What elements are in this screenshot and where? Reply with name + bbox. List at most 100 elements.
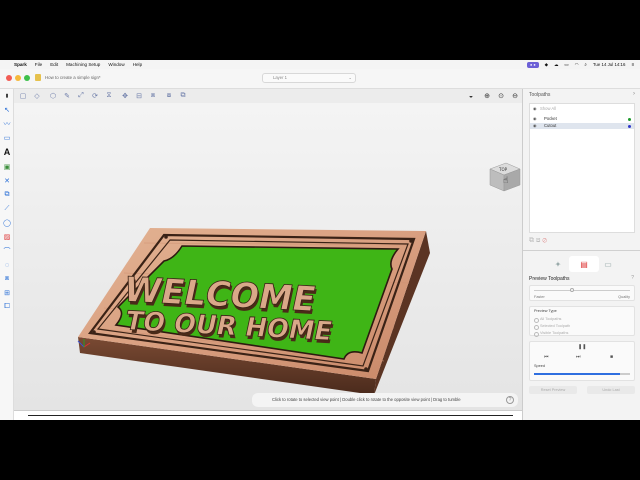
3d-viewport[interactable]: WELCOME TO OUR HOME WELCOME TO OUR HOME … — [14, 103, 522, 410]
corner-dot — [409, 239, 413, 243]
align-icon[interactable]: ⊟ — [134, 91, 144, 101]
quality-slider-thumb[interactable] — [570, 288, 574, 292]
menu-app-spark[interactable]: Spark — [14, 62, 27, 67]
eye-icon[interactable]: ◉ — [533, 116, 537, 122]
speed-slider-fill[interactable] — [534, 373, 620, 375]
view-top-icon[interactable]: ▢ — [18, 91, 28, 101]
wifi-icon[interactable]: ◠ — [575, 62, 579, 68]
weld-tool-icon[interactable]: ⧈ — [2, 274, 12, 284]
quality-label: Quality — [618, 295, 630, 299]
menu-machining-setup[interactable]: Machining Setup — [66, 62, 100, 67]
viewport-hint: Click to rotate to selected view point |… — [252, 393, 518, 407]
zoom-in-icon[interactable]: ⊕ — [482, 91, 492, 101]
circle-tool-icon[interactable]: ◌ — [2, 260, 12, 270]
mirror-icon[interactable]: ⧖ — [104, 91, 114, 101]
divider — [523, 250, 640, 251]
sign-3d-model: WELCOME TO OUR HOME WELCOME TO OUR HOME … — [77, 162, 521, 395]
pen-icon[interactable]: ✎ — [62, 91, 72, 101]
chevron-down-icon: ⌄ — [348, 75, 352, 80]
panel-toggle-icon[interactable]: ▮ — [2, 91, 12, 101]
measure-tool-icon[interactable]: ⊞ — [2, 288, 12, 298]
step-back-icon[interactable]: ⏮ — [544, 354, 549, 360]
ellipse-tool-icon[interactable]: ◯ — [2, 218, 12, 228]
image-tool-icon[interactable]: ▣ — [2, 162, 12, 172]
radio-all-toolpaths[interactable]: All Toolpaths — [534, 317, 634, 323]
step-forward-icon[interactable]: ⏭ — [576, 354, 581, 360]
preview-help-icon[interactable]: ? — [631, 275, 634, 281]
battery-icon[interactable]: ▭ — [564, 62, 568, 68]
speed-slider-track[interactable] — [620, 373, 630, 375]
quality-slider-track[interactable] — [534, 290, 630, 291]
left-toolbar: ▮ ↖ 〰 ▭ A ▣ ✕ ⧉ ⟋ ◯ ▨ ⌒ ◌ ⧈ ⊞ ⧠ — [0, 89, 14, 420]
panel-collapse-icon[interactable]: › — [633, 91, 635, 97]
menu-bar: Spark File Edit Machining Setup Window H… — [0, 60, 640, 69]
layer-dropdown[interactable]: Layer 1 ⌄ — [262, 73, 356, 83]
text-tool-icon[interactable]: A — [2, 147, 12, 157]
pause-icon[interactable]: ❚❚ — [578, 344, 586, 350]
right-panel: Toolpaths › ◉ Show All ◉ Pocket ◉ Cutout… — [522, 89, 640, 420]
radio-visible-toolpaths[interactable]: Visible Toolpaths — [534, 331, 634, 337]
move-icon[interactable]: ✥ — [120, 91, 130, 101]
menu-window[interactable]: Window — [108, 62, 124, 67]
close-window-button[interactable] — [6, 75, 12, 81]
playback-section: ❚❚ ⏮ ⏭ ■ Speed — [529, 341, 635, 381]
preview-type-section: Preview Type All Toolpaths Selected Tool… — [529, 306, 635, 337]
group-icon[interactable]: ⧈ — [148, 91, 158, 101]
menu-edit[interactable]: Edit — [50, 62, 58, 67]
toolpath-name: Pocket — [544, 116, 557, 121]
trim-tool-icon[interactable]: ▨ — [2, 232, 12, 242]
scale-icon[interactable]: ⤢ — [76, 91, 86, 101]
rotate-icon[interactable]: ⟳ — [90, 91, 100, 101]
freehand-tool-icon[interactable]: 〰 — [2, 119, 12, 129]
zoom-out-icon[interactable]: ⊖ — [510, 91, 520, 101]
preview-title: Preview Toolpaths — [529, 276, 570, 282]
toolpath-add-icon[interactable]: ⧉ — [529, 237, 534, 244]
status-pill-icon[interactable]: ● ● — [526, 61, 539, 68]
curve-tool-icon[interactable]: ⌒ — [2, 246, 12, 256]
option-label: Visible Toolpaths — [540, 331, 569, 335]
toolpath-copy-icon[interactable]: ⧈ — [536, 237, 540, 244]
minimize-window-button[interactable] — [15, 75, 21, 81]
cloud-icon[interactable]: ☁ — [554, 62, 558, 68]
undo-last-button[interactable]: Undo Last — [587, 386, 635, 394]
layers-icon[interactable]: ⧉ — [178, 91, 188, 101]
search-icon[interactable]: ⌕ — [584, 62, 586, 67]
screen: Spark File Edit Machining Setup Window H… — [0, 60, 640, 420]
show-all-row[interactable]: ◉ Show All — [530, 106, 634, 112]
toolpath-row-pocket[interactable]: ◉ Pocket — [530, 116, 634, 122]
horizontal-scrollbar[interactable] — [28, 415, 513, 416]
radio-selected-toolpath[interactable]: Selected Toolpath — [534, 324, 634, 330]
toolpath-actions: ⧉ ⧈ ⊘ — [529, 237, 569, 247]
copy-tool-icon[interactable]: ⧠ — [2, 302, 12, 312]
hint-text: Click to rotate to selected view point |… — [272, 397, 461, 402]
stop-icon[interactable]: ■ — [610, 354, 613, 360]
toolpath-color-swatch — [628, 124, 631, 128]
preview-type-label: Preview Type — [534, 309, 557, 313]
view-3d-icon[interactable]: ⬡ — [48, 91, 58, 101]
eye-icon[interactable]: ◉ — [533, 106, 537, 112]
reset-preview-button[interactable]: Reset Preview — [529, 386, 577, 394]
toolpath-delete-icon[interactable]: ⊘ — [542, 237, 547, 244]
menu-file[interactable]: File — [35, 62, 42, 67]
dropbox-icon[interactable]: ◆ — [545, 62, 548, 68]
view-iso-icon[interactable]: ◇ — [32, 91, 42, 101]
toolpath-name: Cutout — [544, 123, 557, 128]
tab-save[interactable]: ▭ — [593, 256, 623, 272]
shading-icon[interactable]: ◒ — [466, 91, 476, 101]
menu-list-icon[interactable]: ≡ — [631, 62, 634, 67]
help-icon[interactable]: ? — [506, 396, 514, 404]
menu-help[interactable]: Help — [133, 62, 142, 67]
toolpath-row-cutout[interactable]: ◉ Cutout — [530, 123, 634, 129]
corner-dot — [92, 330, 96, 334]
boolean-tool-icon[interactable]: ⧉ — [2, 190, 12, 200]
node-edit-icon[interactable]: ✕ — [2, 176, 12, 186]
ungroup-icon[interactable]: ⧇ — [164, 91, 174, 101]
rectangle-tool-icon[interactable]: ▭ — [2, 133, 12, 143]
cursor-hand-icon: ☝ — [503, 176, 508, 186]
eye-icon[interactable]: ◉ — [533, 123, 537, 129]
zoom-window-button[interactable] — [24, 75, 30, 81]
offset-tool-icon[interactable]: ⟋ — [2, 204, 12, 214]
clock-datetime[interactable]: Tue 14 Jul 14:16 — [593, 62, 626, 67]
select-tool-icon[interactable]: ↖ — [2, 105, 12, 115]
zoom-fit-icon[interactable]: ⊙ — [496, 91, 506, 101]
